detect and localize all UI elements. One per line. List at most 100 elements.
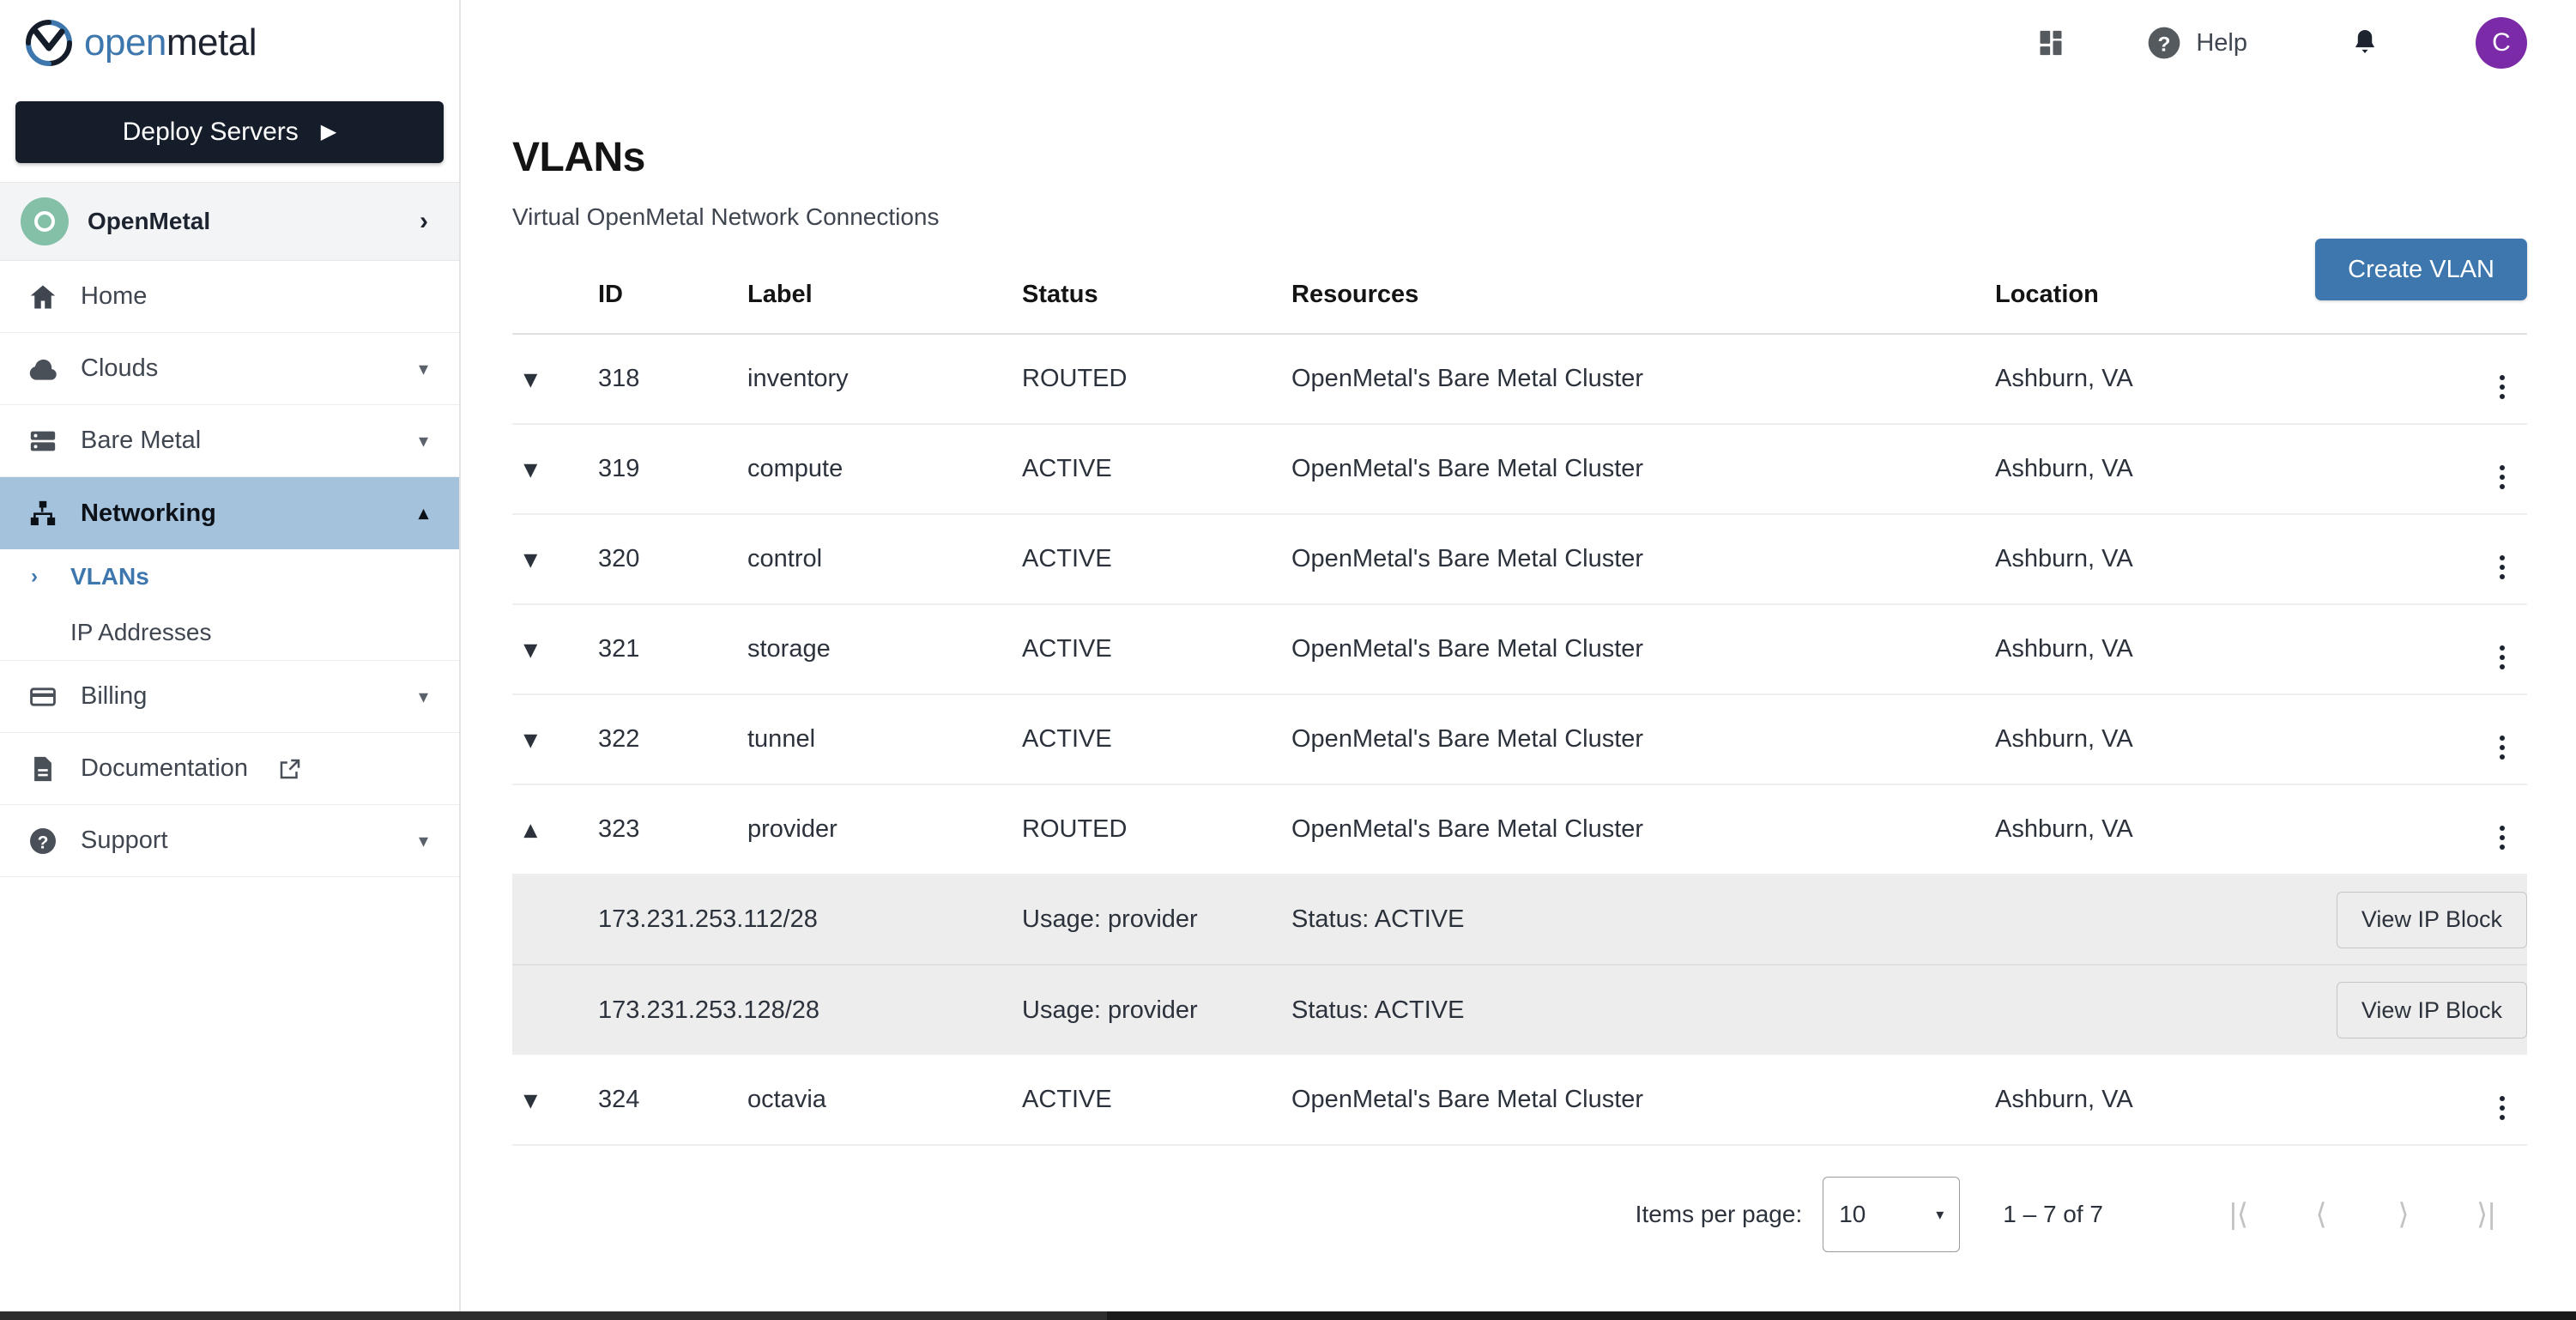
horizontal-scrollbar[interactable]: [0, 1311, 2576, 1320]
table-header: ID Label Status Resources Location: [512, 262, 2527, 334]
row-id: 319: [598, 424, 747, 514]
play-triangle-icon: ▶: [321, 122, 336, 142]
create-vlan-button[interactable]: Create VLAN: [2315, 239, 2527, 300]
sidebar-item-home[interactable]: Home: [0, 261, 459, 333]
items-per-page-value: 10: [1839, 1201, 1865, 1228]
row-expand-toggle[interactable]: ▾: [512, 1055, 598, 1145]
row-label: compute: [747, 424, 1022, 514]
page-title: VLANs: [512, 134, 2527, 181]
col-label: Label: [747, 262, 1022, 334]
row-expand-toggle[interactable]: ▾: [512, 514, 598, 604]
row-id: 321: [598, 604, 747, 694]
account-switcher[interactable]: OpenMetal ›: [0, 182, 459, 261]
row-menu-button[interactable]: [2424, 514, 2527, 604]
vlans-table: ID Label Status Resources Location ▾ 318…: [512, 262, 2527, 1146]
row-menu-button[interactable]: [2424, 334, 2527, 424]
dashboard-grid-icon[interactable]: [2029, 26, 2064, 60]
row-expand-toggle[interactable]: ▾: [512, 694, 598, 784]
prev-page-icon[interactable]: ⟨: [2280, 1173, 2362, 1256]
row-id: 324: [598, 1055, 747, 1145]
server-icon: [26, 424, 60, 458]
ip-block-cidr: 173.231.253.128/28: [598, 965, 1022, 1055]
main-area: ? Help C VLANs Virtual OpenMetal Network…: [461, 0, 2576, 1311]
table-row[interactable]: ▾ 320 control ACTIVE OpenMetal's Bare Me…: [512, 514, 2527, 604]
row-collapse-toggle[interactable]: ▴: [512, 784, 598, 875]
table-row[interactable]: ▾ 318 inventory ROUTED OpenMetal's Bare …: [512, 334, 2527, 424]
sidebar-item-bare-metal-label: Bare Metal: [81, 427, 398, 455]
pagination: Items per page: 10 ▾ 1 – 7 of 7 |⟨ ⟨ ⟩ ⟩…: [512, 1146, 2527, 1249]
row-label: control: [747, 514, 1022, 604]
sidebar-subitem-ip-addresses[interactable]: IP Addresses: [0, 604, 459, 661]
row-status: ROUTED: [1022, 784, 1291, 875]
table-row[interactable]: ▾ 321 storage ACTIVE OpenMetal's Bare Me…: [512, 604, 2527, 694]
sidebar-item-billing[interactable]: Billing ▾: [0, 661, 459, 733]
row-resources: OpenMetal's Bare Metal Cluster: [1291, 694, 1995, 784]
row-menu-button[interactable]: [2424, 424, 2527, 514]
sidebar-item-networking[interactable]: Networking ▴: [0, 477, 459, 549]
row-resources: OpenMetal's Bare Metal Cluster: [1291, 784, 1995, 875]
col-status: Status: [1022, 262, 1291, 334]
notification-bell-icon[interactable]: [2349, 27, 2381, 59]
sidebar-subitem-ip-addresses-label: IP Addresses: [70, 619, 211, 646]
row-status: ACTIVE: [1022, 1055, 1291, 1145]
table-row[interactable]: ▾ 324 octavia ACTIVE OpenMetal's Bare Me…: [512, 1055, 2527, 1145]
app-logo[interactable]: openmetal: [0, 0, 459, 86]
sidebar-item-support[interactable]: ? Support ▾: [0, 805, 459, 877]
row-location: Ashburn, VA: [1995, 334, 2424, 424]
kebab-menu-icon: [2500, 555, 2505, 579]
pagination-range: 1 – 7 of 7: [2003, 1201, 2103, 1228]
row-expand-toggle[interactable]: ▾: [512, 424, 598, 514]
sidebar-item-home-label: Home: [81, 282, 428, 311]
items-per-page-select[interactable]: 10 ▾: [1823, 1177, 1960, 1252]
row-label: octavia: [747, 1055, 1022, 1145]
sidebar-item-clouds[interactable]: Clouds ▾: [0, 333, 459, 405]
last-page-icon[interactable]: ⟩|: [2445, 1173, 2527, 1256]
row-menu-button[interactable]: [2424, 1055, 2527, 1145]
logo-wordmark: openmetal: [84, 21, 257, 64]
row-expand-toggle[interactable]: ▾: [512, 334, 598, 424]
chevron-down-icon: ▾: [419, 430, 428, 452]
chevron-down-icon: ▾: [419, 358, 428, 380]
row-menu-button[interactable]: [2424, 694, 2527, 784]
avatar[interactable]: C: [2476, 17, 2527, 69]
account-name: OpenMetal: [88, 208, 401, 235]
chevron-up-icon: ▴: [419, 502, 428, 524]
help-button[interactable]: ? Help: [2146, 25, 2247, 61]
table-row-expanded[interactable]: ▴ 323 provider ROUTED OpenMetal's Bare M…: [512, 784, 2527, 875]
deploy-servers-button[interactable]: Deploy Servers ▶: [15, 101, 444, 163]
sidebar-item-documentation[interactable]: Documentation: [0, 733, 459, 805]
kebab-menu-icon: [2500, 826, 2505, 850]
table-row[interactable]: ▾ 322 tunnel ACTIVE OpenMetal's Bare Met…: [512, 694, 2527, 784]
row-status: ACTIVE: [1022, 514, 1291, 604]
scrollbar-thumb[interactable]: [0, 1311, 1107, 1320]
top-bar: ? Help C: [461, 0, 2576, 86]
row-resources: OpenMetal's Bare Metal Cluster: [1291, 514, 1995, 604]
kebab-menu-icon: [2500, 736, 2505, 760]
first-page-icon[interactable]: |⟨: [2198, 1173, 2280, 1256]
sidebar-item-billing-label: Billing: [81, 682, 398, 711]
table-row[interactable]: ▾ 319 compute ACTIVE OpenMetal's Bare Me…: [512, 424, 2527, 514]
row-status: ACTIVE: [1022, 424, 1291, 514]
page-content: VLANs Virtual OpenMetal Network Connecti…: [461, 86, 2576, 1311]
row-id: 323: [598, 784, 747, 875]
next-page-icon[interactable]: ⟩: [2362, 1173, 2445, 1256]
ip-block-cidr: 173.231.253.112/28: [598, 875, 1022, 965]
col-id: ID: [598, 262, 747, 334]
sidebar-item-bare-metal[interactable]: Bare Metal ▾: [0, 405, 459, 477]
home-icon: [26, 280, 60, 314]
view-ip-block-button[interactable]: View IP Block: [2337, 892, 2527, 948]
row-resources: OpenMetal's Bare Metal Cluster: [1291, 1055, 1995, 1145]
help-circle-icon: ?: [2146, 25, 2182, 61]
row-menu-button[interactable]: [2424, 604, 2527, 694]
kebab-menu-icon: [2500, 645, 2505, 669]
row-label: inventory: [747, 334, 1022, 424]
cloud-icon: [26, 352, 60, 386]
chevron-right-icon: ›: [420, 207, 428, 236]
row-expand-toggle[interactable]: ▾: [512, 604, 598, 694]
document-icon: [26, 752, 60, 786]
kebab-menu-icon: [2500, 465, 2505, 489]
view-ip-block-button[interactable]: View IP Block: [2337, 982, 2527, 1038]
openmetal-logo-icon: [26, 20, 72, 66]
sidebar-subitem-vlans[interactable]: › VLANs: [0, 549, 459, 604]
row-menu-button[interactable]: [2424, 784, 2527, 875]
